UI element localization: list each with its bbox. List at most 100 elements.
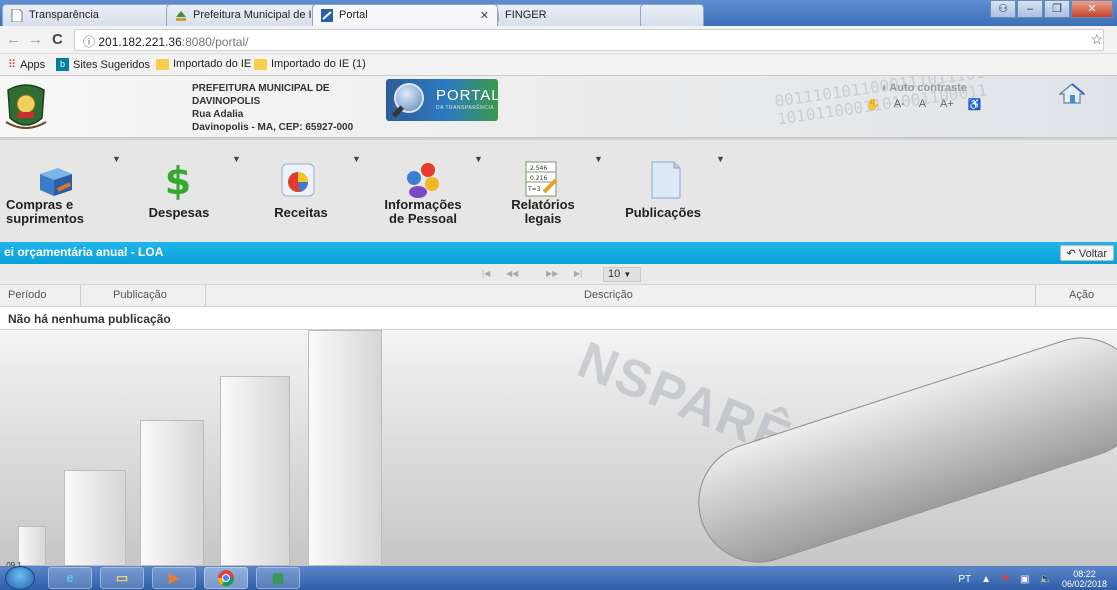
bookmark-importado-ie-1[interactable]: Importado do IE (1) (254, 58, 366, 70)
back-button[interactable]: ↶ Voltar (1059, 245, 1114, 261)
maximize-icon[interactable]: ❐ (1044, 0, 1070, 18)
accessibility-icon[interactable]: ♿ (968, 98, 982, 111)
svg-text:T=3: T=3 (527, 186, 541, 193)
font-increase-button[interactable]: A+ (940, 98, 954, 111)
chevron-down-icon[interactable]: ▼ (232, 154, 241, 164)
start-button[interactable] (5, 566, 35, 590)
menu-informacoes-pessoal[interactable]: ▼ Informações de Pessoal (368, 140, 483, 244)
column-periodo[interactable]: Período (8, 289, 47, 301)
media-player-icon[interactable]: ▶ (152, 567, 196, 589)
column-descricao[interactable]: Descrição (584, 289, 633, 301)
reload-icon[interactable]: C (52, 31, 63, 48)
home-icon[interactable] (1059, 82, 1085, 104)
column-acao[interactable]: Ação (1069, 289, 1094, 301)
chevron-down-icon[interactable]: ▼ (112, 154, 121, 164)
chrome-icon[interactable] (204, 567, 248, 589)
menu-relatorios-legais[interactable]: ▼ 2.546 0.216 T=3 Relatórios legais (488, 140, 603, 244)
menu-receitas[interactable]: ▼ Receitas (246, 140, 361, 244)
minimize-icon[interactable]: – (1017, 0, 1043, 18)
bookmark-apps[interactable]: ⠿ Apps (8, 58, 46, 72)
address-bar: ← → C ⓘ 201.182.221.36:8080/portal/ ☆ (0, 26, 1117, 54)
chevron-down-icon[interactable]: ▼ (474, 154, 483, 164)
page-icon (11, 9, 23, 22)
chevron-down-icon[interactable]: ▼ (716, 154, 725, 164)
menu-label-line1: Publicações (625, 205, 701, 220)
dollar-icon: $ (165, 160, 191, 200)
menu-publicacoes[interactable]: ▼ Publicações (608, 140, 725, 244)
bookmark-star-icon[interactable]: ☆ (1090, 31, 1103, 48)
column-divider (205, 285, 206, 307)
close-icon[interactable]: ✕ (480, 9, 489, 22)
tab-label: Portal (339, 9, 368, 21)
crest-icon (176, 11, 186, 21)
site-header: 0011101011000111011101 101011000110100110… (0, 76, 1117, 138)
menu-compras-suprimentos[interactable]: ▼ Compras e suprimentos (6, 140, 121, 244)
contrast-toggle[interactable]: ◑ Auto contraste (880, 82, 982, 94)
next-page-icon[interactable]: ▶▶ (546, 269, 558, 278)
document-icon (651, 161, 681, 199)
page-size-value: 10 (608, 268, 621, 280)
previous-page-icon[interactable]: ◀◀ (506, 269, 518, 278)
org-street: Rua Adalia (192, 109, 244, 120)
sign-language-icon[interactable]: ✋ (866, 98, 880, 111)
municipal-crest-logo (5, 84, 47, 129)
clock[interactable]: 08:22 06/02/2018 (1062, 569, 1107, 589)
url-input[interactable]: ⓘ 201.182.221.36:8080/portal/ (74, 29, 1104, 51)
forward-icon[interactable]: → (28, 31, 43, 48)
font-decrease-button[interactable]: A- (894, 98, 905, 111)
logo-title: PORTAL (436, 87, 501, 104)
svg-text:0.216: 0.216 (530, 175, 547, 182)
table-header: Período Publicação Descrição Ação (0, 285, 1117, 307)
chevron-down-icon: ▼ (623, 270, 632, 279)
bookmark-label: Apps (20, 58, 46, 71)
bookmark-label: Importado do IE (173, 58, 252, 70)
internet-explorer-icon[interactable]: e (48, 567, 92, 589)
new-tab-button[interactable] (640, 4, 704, 26)
tab-portal[interactable]: Portal ✕ (312, 4, 498, 26)
close-window-icon[interactable]: ✕ (1071, 0, 1113, 18)
empty-table-message: Não há nenhuma publicação (8, 312, 171, 326)
spreadsheet-app-icon[interactable]: ▦ (256, 567, 300, 589)
last-page-icon[interactable]: ▶| (574, 269, 582, 278)
volume-icon[interactable]: 🔈 (1040, 574, 1052, 585)
page-size-select[interactable]: 10 ▼ (603, 267, 641, 282)
language-indicator[interactable]: PT (958, 574, 971, 585)
bookmark-label: Importado do IE (1) (271, 58, 366, 70)
menu-despesas[interactable]: ▼ $ Despesas (124, 140, 241, 244)
bar-graphic (308, 330, 382, 566)
tray-expand-icon[interactable]: ▲ (981, 574, 991, 585)
font-normal-button[interactable]: A (919, 98, 926, 111)
bookmark-sites-sugeridos[interactable]: b Sites Sugeridos (56, 58, 150, 71)
portal-icon (321, 9, 333, 22)
window-user-icon[interactable]: ⚇ (990, 0, 1016, 18)
back-icon[interactable]: ← (6, 31, 21, 48)
bar-graphic (18, 526, 46, 566)
chevron-down-icon[interactable]: ▼ (594, 154, 603, 164)
info-icon: ⓘ (83, 35, 99, 49)
bookmark-importado-ie[interactable]: Importado do IE (156, 58, 251, 70)
section-title-bar: ei orçamentária anual - LOA ↶ Voltar (0, 242, 1117, 264)
network-icon[interactable]: ▣ (1020, 574, 1029, 585)
menu-label-line1: Despesas (148, 205, 210, 220)
tab-transparencia[interactable]: Transparência ✕ (2, 4, 187, 26)
url-host: 201.182.221.36 (98, 35, 182, 49)
menu-label-line2: legais (524, 211, 562, 226)
chevron-down-icon[interactable]: ▼ (352, 154, 361, 164)
apps-grid-icon: ⠿ (8, 59, 17, 71)
tab-label: FINGER (505, 9, 547, 21)
folder-icon (156, 58, 169, 70)
bar-graphic (140, 420, 204, 566)
menu-label-line1: Relatórios (511, 197, 575, 212)
tab-prefeitura[interactable]: Prefeitura Municipal de I ✕ (166, 4, 336, 26)
first-page-icon[interactable]: |◀ (482, 269, 490, 278)
portal-transparencia-logo[interactable]: PORTAL DA TRANSPARÊNCIA (386, 79, 501, 121)
flag-icon[interactable]: ⚑ (1001, 574, 1010, 585)
tab-finger[interactable]: FINGER ✕ (478, 4, 658, 26)
system-tray: PT ▲ ⚑ ▣ 🔈 08:22 06/02/2018 (958, 569, 1107, 589)
tab-label: Prefeitura Municipal de I (193, 9, 312, 21)
chrome-logo (217, 570, 235, 587)
box-cart-icon (40, 168, 72, 196)
file-explorer-icon[interactable]: ▭ (100, 567, 144, 589)
menu-label-line2: de Pessoal (389, 211, 457, 226)
column-publicacao[interactable]: Publicação (113, 289, 167, 301)
